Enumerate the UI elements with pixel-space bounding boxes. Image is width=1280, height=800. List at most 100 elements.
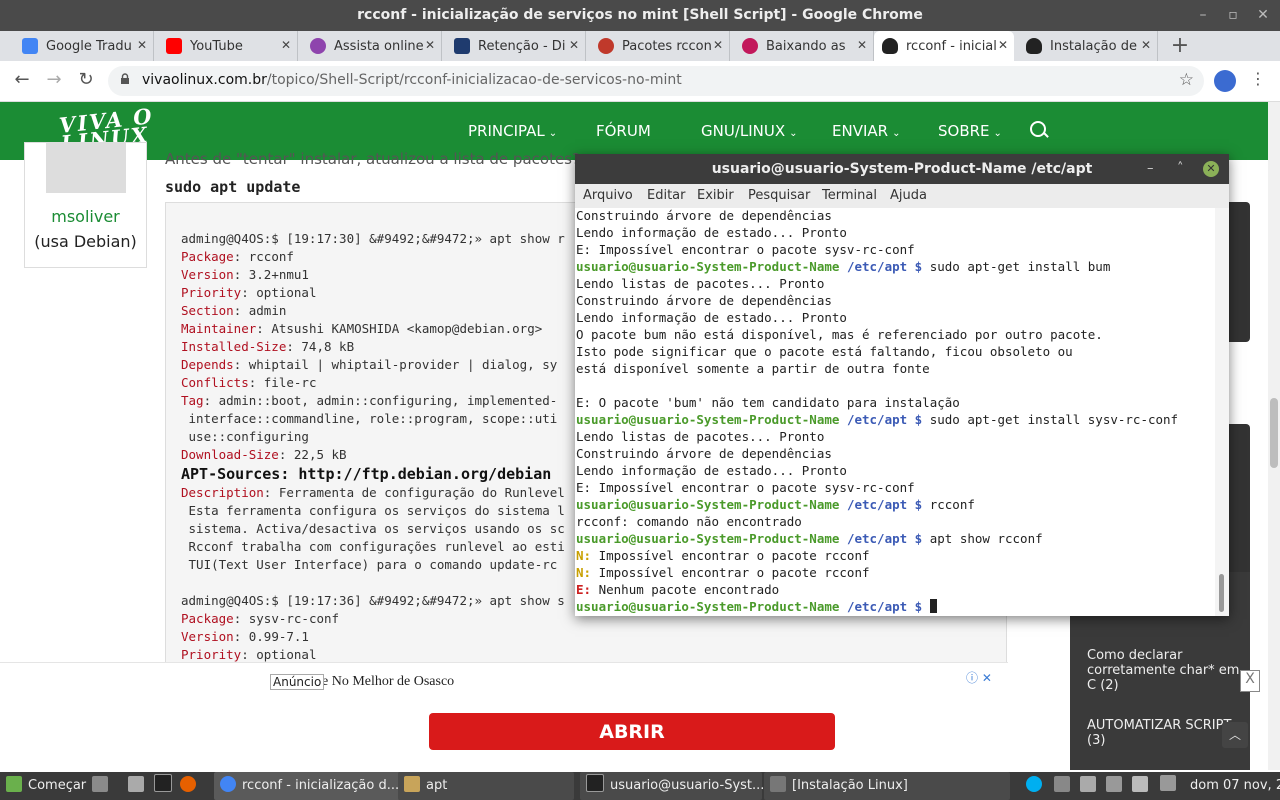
close-tab-icon[interactable]: ✕ [281, 38, 291, 52]
ad-text[interactable]: e No Melhor de Osasco [322, 674, 454, 690]
tab-rcconf-active[interactable]: rcconf - inicial ✕ [874, 31, 1014, 61]
back-button[interactable]: ← [10, 69, 34, 90]
page-scrollbar[interactable] [1268, 102, 1280, 770]
tab-instalacao[interactable]: Instalação de ✕ [1018, 31, 1158, 61]
menu-ajuda[interactable]: Ajuda [890, 188, 927, 203]
terminal-output-line: O pacote bum não está disponível, mas é … [576, 327, 1103, 342]
menu-arquivo[interactable]: Arquivo [583, 188, 633, 203]
taskbar-item-chrome[interactable]: rcconf - inicialização d... [214, 772, 400, 800]
taskbar-item-apt[interactable]: apt [398, 772, 574, 800]
close-tab-icon[interactable]: ✕ [998, 38, 1008, 52]
user-distro: (usa Debian) [34, 232, 137, 251]
terminal-close-button[interactable]: ✕ [1203, 161, 1219, 177]
close-window-button[interactable]: ✕ [1252, 0, 1274, 31]
code-line: sistema. Activa/desactiva os serviços us… [181, 521, 565, 536]
update-tray-icon[interactable] [1080, 772, 1102, 800]
network-tray-icon[interactable] [1054, 772, 1076, 800]
code-line: adming@Q4OS:$ [19:17:36] &#9492;&#9472;»… [181, 593, 565, 608]
tab-youtube[interactable]: YouTube ✕ [158, 31, 298, 61]
nav-gnu-linux[interactable]: GNU/LINUX ⌄ [701, 122, 798, 140]
avatar[interactable] [45, 143, 126, 193]
scrollbar-thumb[interactable] [1270, 398, 1278, 468]
reload-button[interactable]: ↻ [74, 69, 98, 90]
ad-close-button[interactable]: X [1240, 670, 1260, 692]
nav-sobre[interactable]: SOBRE ⌄ [938, 122, 1002, 140]
skype-tray-icon[interactable] [1026, 772, 1048, 800]
tab-baixando[interactable]: Baixando as ✕ [734, 31, 874, 61]
menu-editar[interactable]: Editar [647, 188, 686, 203]
volume-tray-icon[interactable] [1132, 772, 1154, 800]
terminal-scrollbar[interactable] [1215, 208, 1229, 616]
close-tab-icon[interactable]: ✕ [1141, 38, 1151, 52]
code-line: Priority: optional [181, 285, 317, 300]
taskbar-item-terminal[interactable]: usuario@usuario-Syst... [580, 772, 764, 800]
username[interactable]: msoliver [25, 207, 146, 226]
google-translate-icon [22, 38, 38, 54]
terminal-menubar: Arquivo Editar Exibir Pesquisar Terminal… [575, 184, 1229, 209]
profile-avatar[interactable] [1214, 70, 1236, 92]
menu-pesquisar[interactable]: Pesquisar [748, 188, 810, 203]
scroll-top-button[interactable]: ︿ [1222, 722, 1248, 748]
browser-toolbar: ← → ↻ vivaolinux.com.br/topico/Shell-Scr… [0, 61, 1280, 102]
terminal-maximize-button[interactable]: ˄ [1177, 154, 1184, 184]
close-tab-icon[interactable]: ✕ [425, 38, 435, 52]
terminal-output-line: rcconf: comando não encontrado [576, 514, 802, 529]
nav-enviar[interactable]: ENVIAR ⌄ [832, 122, 900, 140]
sidebar-link-char-c[interactable]: Como declarar corretamente char* em C (2) [1087, 648, 1239, 693]
close-tab-icon[interactable]: ✕ [137, 38, 147, 52]
show-desktop-icon[interactable] [92, 772, 114, 800]
ad-info-icon[interactable]: ⓘ ✕ [966, 669, 992, 686]
close-tab-icon[interactable]: ✕ [713, 38, 723, 52]
menu-terminal[interactable]: Terminal [822, 188, 877, 203]
terminal-launcher-icon[interactable] [154, 772, 178, 800]
bookmark-star-icon[interactable]: ☆ [1179, 70, 1194, 90]
terminal-output-line: E: Nenhum pacote encontrado [576, 582, 780, 597]
code-line: TUI(Text User Interface) para o comando … [181, 557, 558, 572]
code-line: Package: sysv-rc-conf [181, 611, 340, 626]
terminal-output[interactable]: Construindo árvore de dependências Lendo … [575, 208, 1215, 616]
chrome-menu-icon[interactable]: ⋮ [1250, 69, 1266, 88]
shield-tray-icon[interactable] [1106, 772, 1128, 800]
ad-open-button[interactable]: ABRIR [429, 713, 835, 750]
terminal-window: usuario@usuario-System-Product-Name /etc… [575, 154, 1229, 616]
close-tab-icon[interactable]: ✕ [857, 38, 867, 52]
terminal-output-line: Lendo informação de estado... Pronto [576, 310, 847, 325]
code-line: Depends: whiptail | whiptail-provider | … [181, 357, 558, 372]
nav-principal[interactable]: PRINCIPAL ⌄ [468, 122, 557, 140]
new-tab-button[interactable]: + [1168, 33, 1192, 58]
battery-tray-icon[interactable] [1160, 772, 1182, 800]
nav-forum[interactable]: FÓRUM [596, 122, 651, 140]
sidebar-link-automatizar[interactable]: AUTOMATIZAR SCRIPT (3) [1087, 718, 1231, 748]
terminal-titlebar[interactable]: usuario@usuario-System-Product-Name /etc… [575, 154, 1229, 184]
terminal-prompt-line: usuario@usuario-System-Product-Name /etc… [576, 259, 1111, 274]
code-line: use::configuring [181, 429, 309, 444]
mint-menu-icon [6, 776, 22, 792]
search-icon[interactable] [1030, 121, 1046, 137]
folder-icon [404, 776, 420, 792]
tab-assista-online[interactable]: Assista online ✕ [302, 31, 442, 61]
terminal-minimize-button[interactable]: – [1147, 154, 1154, 184]
terminal-scrollbar-thumb[interactable] [1219, 574, 1224, 612]
terminal-output-line: Lendo informação de estado... Pronto [576, 463, 847, 478]
forward-button[interactable]: → [42, 69, 66, 90]
file-manager-launcher-icon[interactable] [128, 772, 150, 800]
tab-pacotes-rcconf[interactable]: Pacotes rccon ✕ [590, 31, 730, 61]
minimize-button[interactable]: – [1192, 0, 1214, 31]
debian-icon [598, 38, 614, 54]
close-tab-icon[interactable]: ✕ [569, 38, 579, 52]
ad-banner: e No Melhor de Osasco Anúncio ⓘ ✕ ABRIR [0, 662, 1008, 771]
debian-swirl-icon [742, 38, 758, 54]
ad-label: Anúncio [270, 674, 325, 690]
menu-exibir[interactable]: Exibir [697, 188, 734, 203]
terminal-output-line: Isto pode significar que o pacote está f… [576, 344, 1073, 359]
start-menu-button[interactable]: Começar [6, 772, 86, 800]
taskbar: Começar rcconf - inicialização d... apt … [0, 772, 1280, 800]
clock[interactable]: dom 07 nov, 20:41 [1190, 772, 1280, 800]
tab-google-tradutor[interactable]: Google Tradu ✕ [14, 31, 154, 61]
maximize-button[interactable]: ▫ [1222, 0, 1244, 31]
address-bar[interactable]: vivaolinux.com.br/topico/Shell-Script/rc… [108, 66, 1204, 96]
taskbar-item-instalacao[interactable]: [Instalação Linux] [764, 772, 1010, 800]
tab-retencao[interactable]: Retenção - Di ✕ [446, 31, 586, 61]
firefox-launcher-icon[interactable] [180, 772, 202, 800]
lock-icon [121, 73, 129, 84]
